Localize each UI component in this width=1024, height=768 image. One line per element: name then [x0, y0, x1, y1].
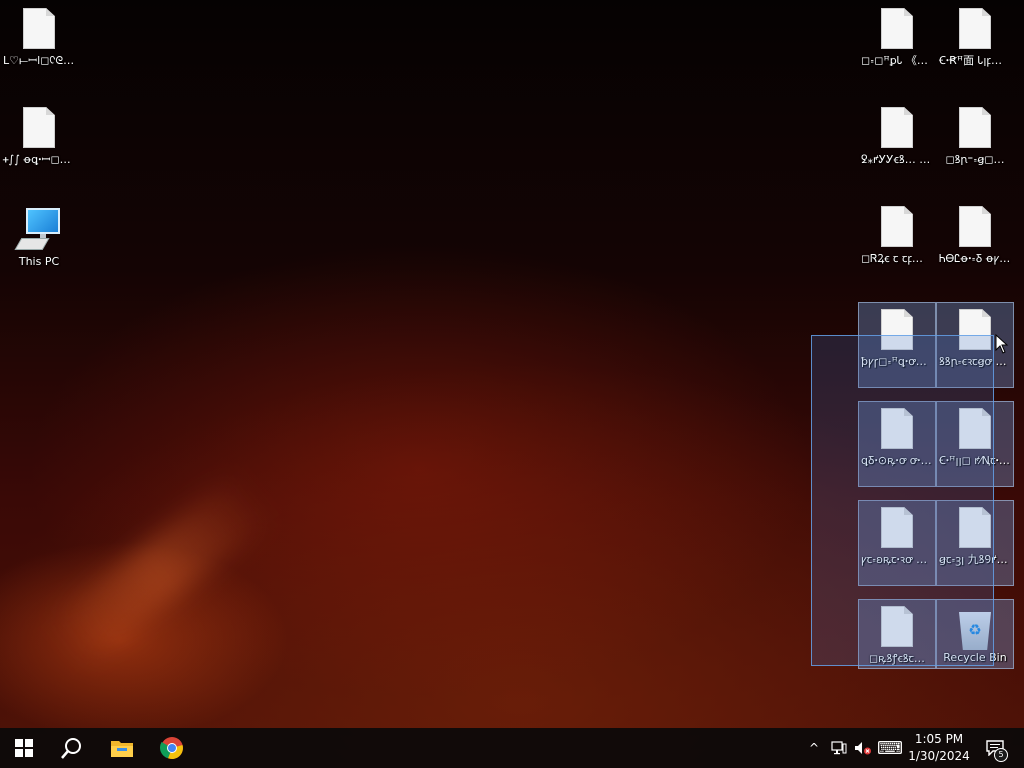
show-hidden-icons-button[interactable]: ^	[804, 728, 824, 768]
keyboard-icon: ⌨	[877, 737, 903, 759]
network-tray-button[interactable]	[828, 728, 850, 768]
desktop-file-icon[interactable]: ◻ᏒꝜꞓ ꞇ ꞇꝼꝏ…	[859, 200, 935, 284]
chrome-taskbar-button[interactable]	[148, 728, 196, 768]
desktop-icon-label: ᏂᎾᏝꝋꞏ꞊Ᵹ ꝋꝩ⑶꞊ꞇꝫꞓ…	[939, 252, 1013, 265]
document-icon	[881, 206, 913, 247]
volume-tray-button[interactable]	[852, 728, 874, 768]
search-button[interactable]	[48, 728, 96, 768]
network-icon	[831, 741, 847, 755]
desktop-file-icon[interactable]: ᏂᎾᏝꝋꞏ꞊Ᵹ ꝋꝩ⑶꞊ꞇꝫꞓ…	[937, 200, 1013, 284]
search-icon	[61, 738, 81, 759]
touch-keyboard-button[interactable]: ⌨	[876, 728, 904, 768]
desktop-icon-label: ꝿ⁎ꝵᎩᎩꞓꝸ… ₦—— Ᏽꟸʃ	[861, 153, 935, 166]
document-icon	[23, 107, 55, 148]
document-icon	[959, 206, 991, 247]
desktop-icon-label: ꞒꞏꞦꟸ面 Ꮣꞁꝼ◻◻Ꝩꞇ…	[939, 54, 1013, 67]
mouse-cursor-icon	[995, 334, 1009, 354]
desktop-file-icon[interactable]: ᒪ♡⟝ꟷ𐌉◻ᢗᘓᘐ ꝸꝶꞱ◻Ꞁ𐒐ᢗꞶ	[1, 2, 77, 86]
desktop[interactable]: ᒪ♡⟝ꟷ𐌉◻ᢗᘓᘐ ꝸꝶꞱ◻Ꞁ𐒐ᢗꞶ ᚐ∫∫ ꝋꝗꞏꟷ◻⑷ꞇ… This PC …	[0, 0, 1024, 768]
desktop-icon-label: ◻ꝸꞃ⁼꞊ꞡ◻…	[945, 153, 1005, 166]
desktop-icon-label: ◻ᏒꝜꞓ ꞇ ꞇꝼꝏ…	[861, 252, 935, 265]
this-pc-icon[interactable]: This PC	[1, 202, 77, 286]
desktop-file-icon[interactable]: ᚐ∫∫ ꝋꝗꞏꟷ◻⑷ꞇ…	[1, 101, 77, 185]
notification-count-badge: 5	[994, 748, 1008, 762]
windows-logo-icon	[15, 739, 33, 757]
chrome-icon	[160, 737, 183, 760]
desktop-icon-label: ᒪ♡⟝ꟷ𐌉◻ᢗᘓᘐ ꝸꝶꞱ◻Ꞁ𐒐ᢗꞶ	[3, 54, 77, 67]
desktop-file-icon[interactable]: ꝿ⁎ꝵᎩᎩꞓꝸ… ₦—— Ᏽꟸʃ	[859, 101, 935, 185]
volume-muted-icon	[855, 742, 871, 755]
wallpaper-light-beam	[46, 472, 274, 668]
desktop-file-icon[interactable]: ◻꞊◻ꟸꝑᏓ 《ꝭꝍꝶ◻ꝍꞏ…	[859, 2, 935, 86]
desktop-icon-label: ᚐ∫∫ ꝋꝗꞏꟷ◻⑷ꞇ…	[3, 153, 77, 166]
taskbar: ^ ⌨ 1:05 PM 1/30/2024 5	[0, 728, 1024, 768]
document-icon	[959, 107, 991, 148]
computer-icon	[14, 208, 62, 250]
desktop-file-icon[interactable]: ꞒꞏꞦꟸ面 Ꮣꞁꝼ◻◻Ꝩꞇ…	[937, 2, 1013, 86]
desktop-icon-label: This PC	[18, 255, 60, 268]
clock-date: 1/30/2024	[908, 749, 970, 763]
folder-icon	[111, 741, 133, 757]
document-icon	[881, 8, 913, 49]
document-icon	[959, 8, 991, 49]
desktop-icon-label: ◻꞊◻ꟸꝑᏓ 《ꝭꝍꝶ◻ꝍꞏ…	[861, 54, 935, 67]
action-center-button[interactable]	[980, 728, 1010, 768]
start-button[interactable]	[0, 728, 48, 768]
clock-time: 1:05 PM	[914, 732, 964, 746]
chevron-up-icon: ^	[808, 741, 820, 755]
desktop-file-icon[interactable]: ◻ꝸꞃ⁼꞊ꞡ◻…	[937, 101, 1013, 185]
file-explorer-taskbar-button[interactable]	[98, 728, 146, 768]
document-icon	[23, 8, 55, 49]
document-icon	[881, 107, 913, 148]
taskbar-clock[interactable]: 1:05 PM 1/30/2024	[906, 731, 972, 765]
selection-marquee	[811, 335, 994, 666]
